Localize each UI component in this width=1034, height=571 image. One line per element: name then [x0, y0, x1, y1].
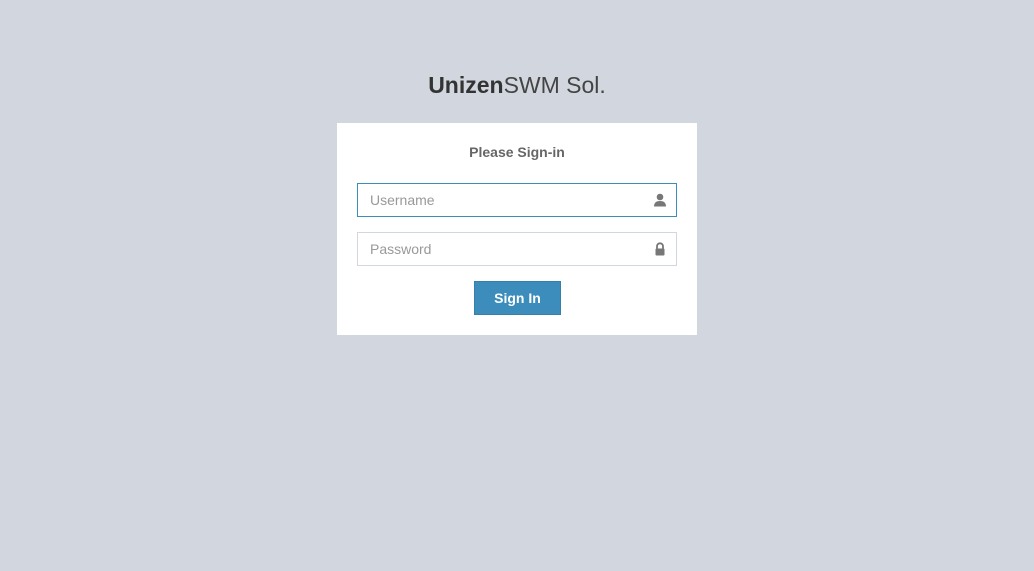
password-group: [357, 232, 677, 266]
password-input[interactable]: [357, 232, 677, 266]
logo-brand-light: SWM Sol.: [503, 72, 606, 98]
username-input[interactable]: [357, 183, 677, 217]
login-logo: UnizenSWM Sol.: [0, 70, 1034, 100]
login-box: Please Sign-in Sign In: [337, 123, 697, 335]
sign-in-button[interactable]: Sign In: [474, 281, 561, 315]
logo-brand-bold: Unizen: [428, 72, 504, 98]
login-box-message: Please Sign-in: [469, 144, 565, 160]
lock-icon: [653, 242, 667, 256]
user-icon: [653, 193, 667, 207]
username-group: [357, 183, 677, 217]
